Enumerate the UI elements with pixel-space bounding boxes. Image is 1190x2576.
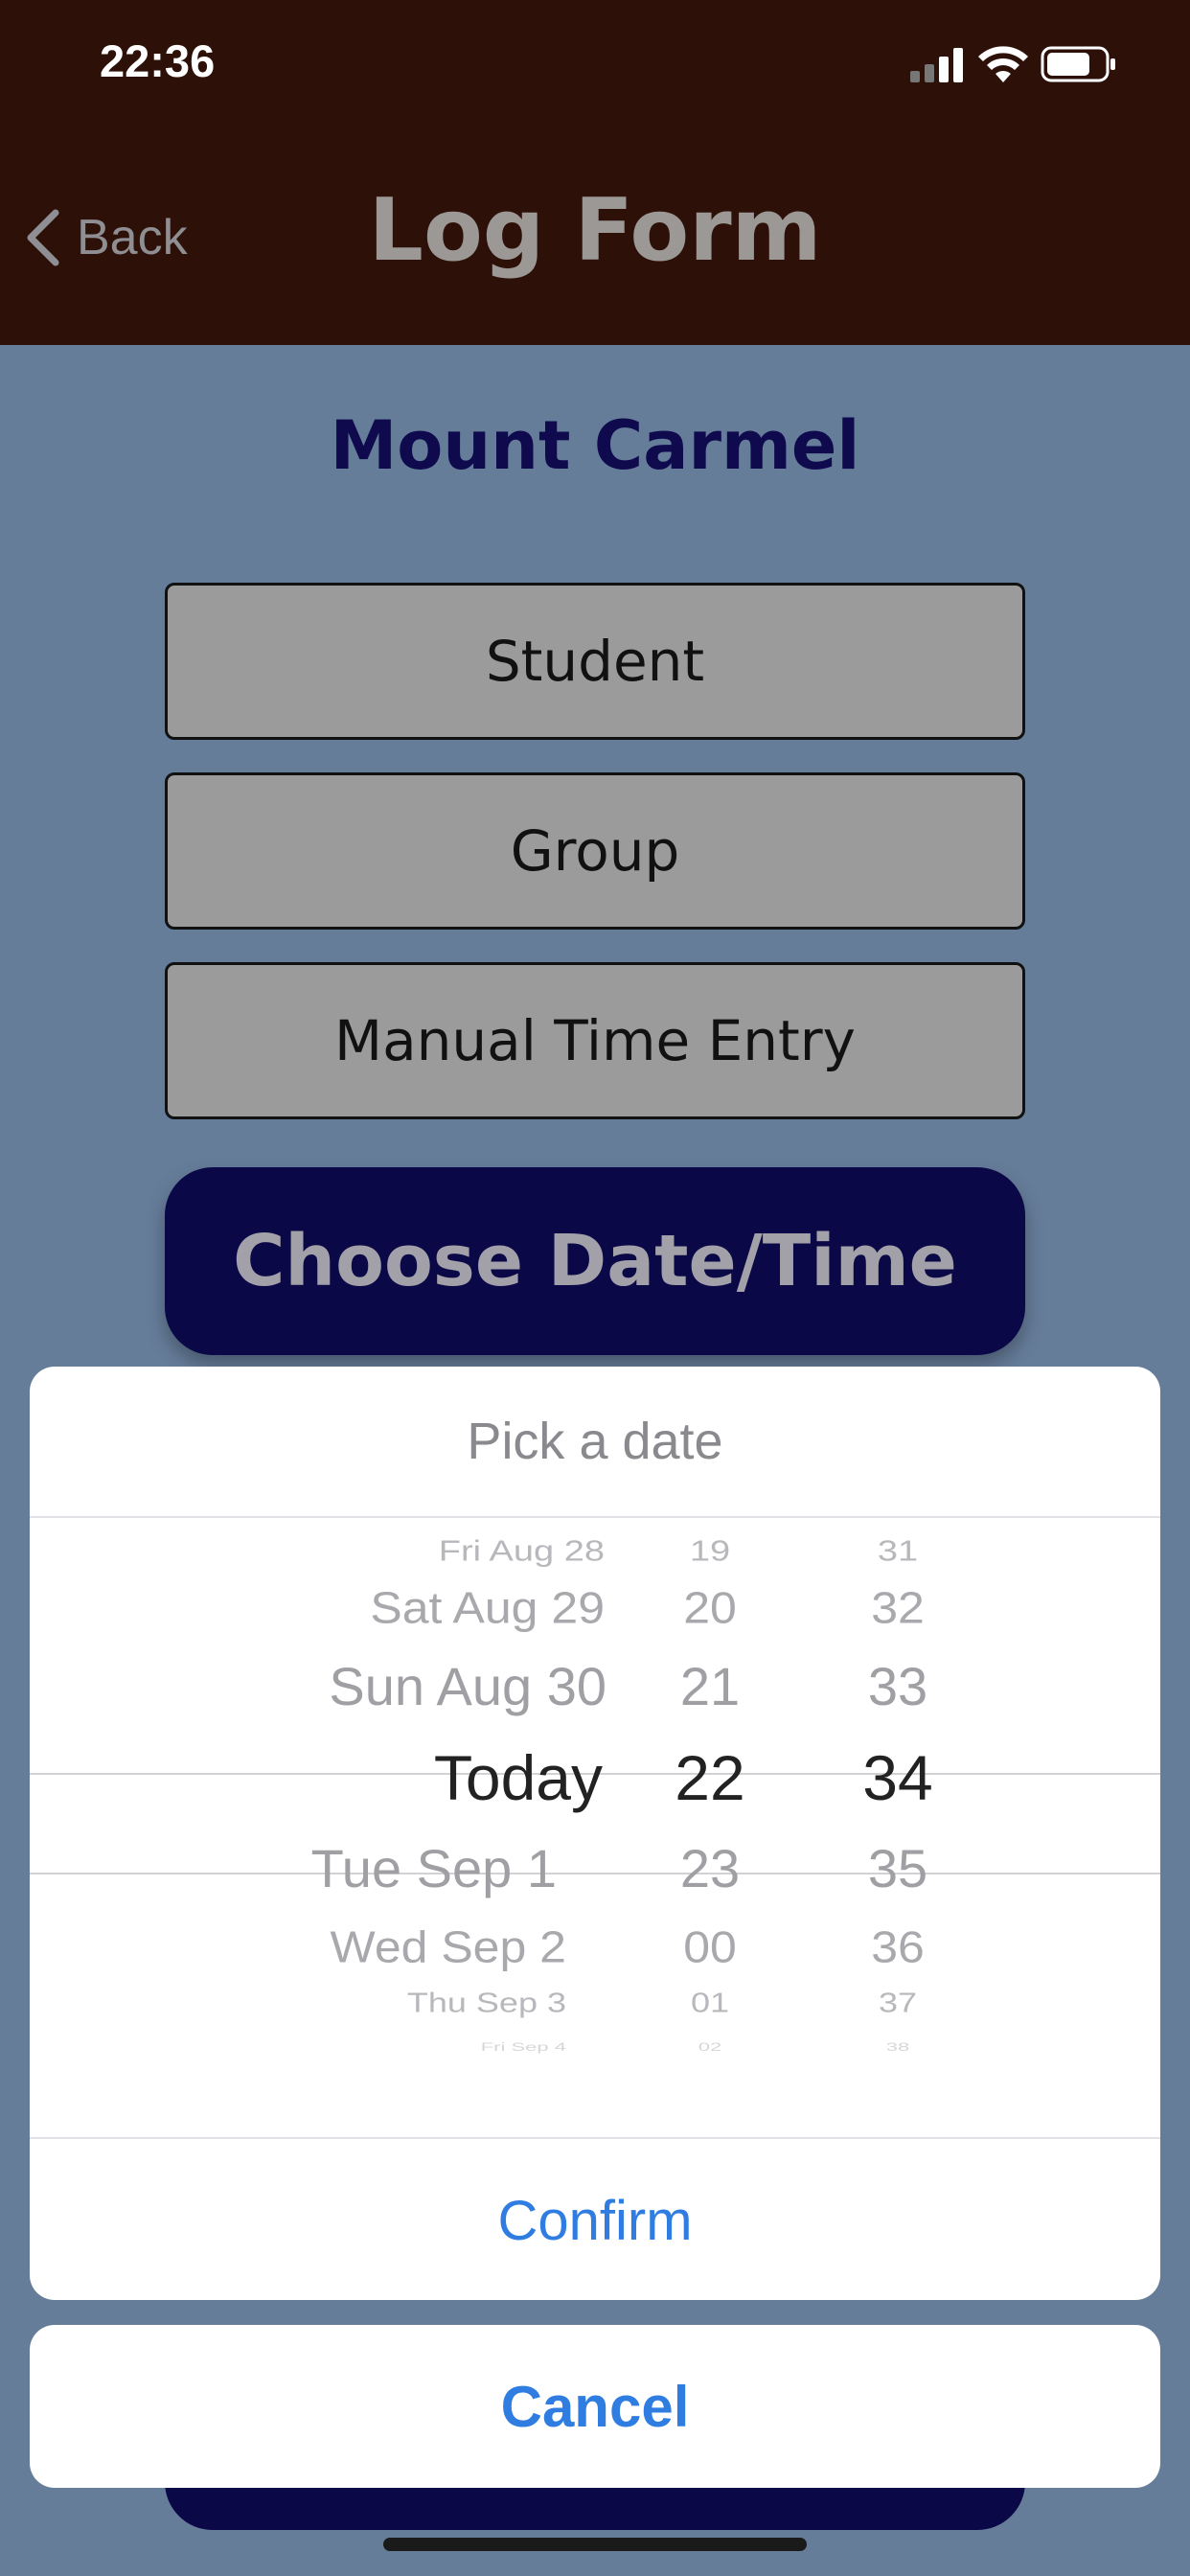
wheel-hour: 23 [679, 1837, 741, 1898]
home-indicator [383, 2538, 807, 2551]
wheel-minute: 37 [878, 1986, 918, 2018]
wheel-row[interactable]: Sun Aug 30 21 33 [30, 1652, 1160, 1722]
cellular-signal-icon [910, 48, 964, 82]
wheel-hour: 19 [689, 1535, 731, 1569]
wheel-minute: 38 [885, 2039, 910, 2054]
picker-title: Pick a date [30, 1367, 1160, 1518]
confirm-button[interactable]: Confirm [30, 2137, 1160, 2300]
wheel-date: Thu Sep 3 [406, 1986, 566, 2018]
wheel-date: Sun Aug 30 [329, 1655, 606, 1716]
wheel-row-selected[interactable]: Today 22 34 [30, 1737, 1160, 1820]
wheel-date: Wed Sep 2 [330, 1921, 566, 1972]
student-button[interactable]: Student [165, 583, 1025, 740]
wheel-minute: 33 [867, 1655, 928, 1716]
top-bar: 22:36 Back Log Form [0, 0, 1190, 345]
wheel-minute: 34 [862, 1742, 933, 1814]
wheel-hour: 22 [675, 1742, 745, 1814]
wheel-hour: 01 [690, 1986, 730, 2018]
wifi-icon [978, 46, 1028, 82]
manual-time-entry-button[interactable]: Manual Time Entry [165, 962, 1025, 1119]
date-picker-sheet: Pick a date Thu Aug 271830Fri Aug 281931… [30, 1367, 1160, 2300]
wheel-hour: 02 [698, 2039, 722, 2054]
wheel-hour: 00 [683, 1921, 737, 1972]
status-time: 22:36 [100, 35, 216, 86]
wheel-row[interactable]: Thu Sep 3 01 37 [30, 1985, 1160, 2020]
wheel-hour: 20 [683, 1582, 737, 1633]
page-title: Log Form [368, 180, 822, 281]
wheel-row[interactable]: Sat Aug 29 20 32 [30, 1579, 1160, 1637]
wheel-row[interactable]: Fri Aug 28 19 31 [30, 1533, 1160, 1572]
wheel-date: Fri Aug 28 [438, 1535, 605, 1569]
date-time-wheel[interactable]: Thu Aug 271830Fri Aug 281931Sat Aug 2920… [30, 1518, 1160, 2066]
status-icons [910, 42, 1131, 86]
wheel-hour: 21 [679, 1655, 741, 1716]
wheel-row[interactable]: Fri Sep 4 02 38 [30, 2039, 1160, 2055]
wheel-date: Today [433, 1742, 603, 1814]
group-button[interactable]: Group [165, 772, 1025, 930]
wheel-minute: 31 [877, 1535, 919, 1569]
wheel-date: Tue Sep 1 [310, 1837, 557, 1898]
cancel-button[interactable]: Cancel [30, 2325, 1160, 2488]
wheel-date: Fri Sep 4 [480, 2039, 566, 2054]
battery-icon [1041, 46, 1115, 82]
wheel-minute: 36 [871, 1921, 925, 1972]
choose-date-time-button[interactable]: Choose Date/Time [165, 1167, 1025, 1355]
wheel-minute: 35 [867, 1837, 928, 1898]
wheel-row[interactable]: Wed Sep 2 00 36 [30, 1919, 1160, 1976]
wheel-minute: 32 [871, 1582, 925, 1633]
wheel-date: Sat Aug 29 [370, 1582, 605, 1633]
wheel-row[interactable]: Tue Sep 1 23 35 [30, 1834, 1160, 1904]
school-name: Mount Carmel [330, 406, 860, 485]
